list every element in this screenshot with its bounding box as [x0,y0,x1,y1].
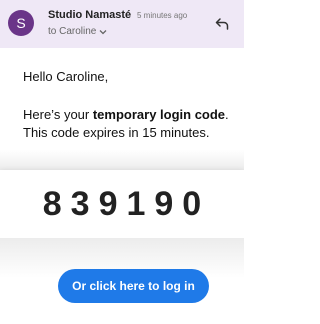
login-link-button[interactable]: Or click here to log in [58,269,209,303]
intro-emphasis: temporary login code [92,107,226,122]
reply-icon [215,18,229,30]
login-code: 839190 [42,185,211,223]
email-header: S Studio Namasté 5 minutes ago to Caroli… [0,0,244,48]
recipient-label: to Caroline [48,26,97,37]
intro-text: Here’s your temporary login code. [23,107,229,122]
timestamp: 5 minutes ago [137,11,188,20]
intro-suffix: . [225,107,229,122]
chevron-down-icon [99,29,107,34]
code-panel-shadow-top [0,150,244,170]
email-view: S Studio Namasté 5 minutes ago to Caroli… [0,0,244,324]
avatar[interactable]: S [8,10,34,36]
code-panel: 839190 [0,170,244,238]
greeting-text: Hello Caroline, [23,69,109,84]
intro-prefix: Here’s your [23,107,93,122]
expiry-text: This code expires in 15 minutes. [23,125,210,140]
sender-name[interactable]: Studio Namasté [48,9,131,21]
reply-button[interactable] [210,12,234,36]
recipient-toggle[interactable]: to Caroline [48,26,107,37]
